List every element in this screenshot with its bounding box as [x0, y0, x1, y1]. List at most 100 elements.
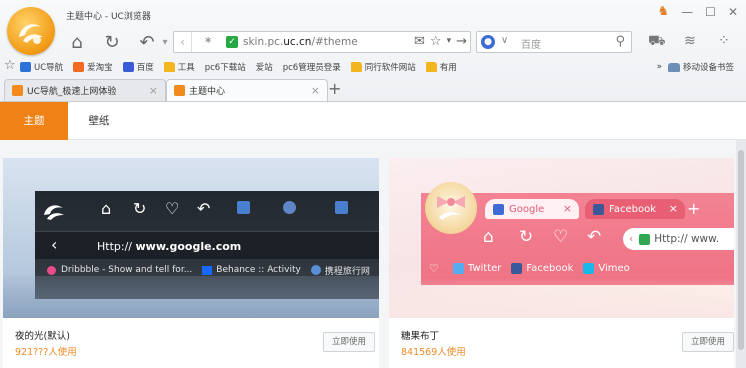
- mobile-bookmarks[interactable]: 移动设备书签: [683, 61, 734, 73]
- bookmark-bar-right: » 移动设备书签: [657, 61, 734, 73]
- preview-refresh-icon: ↻: [133, 199, 147, 218]
- preview-back-icon: ‹: [51, 235, 58, 254]
- preview-address: ‹ Http:// www.google.com: [35, 231, 379, 259]
- mascot-icon[interactable]: ♞: [658, 5, 670, 19]
- window-title: 主题中心 - UC浏览器: [66, 12, 151, 22]
- preview-address: ‹ Http:// www.: [623, 228, 734, 250]
- nav-wallpapers[interactable]: 壁纸: [68, 102, 130, 140]
- preview-back-icon: ‹: [629, 233, 634, 245]
- preview-heart-icon: ♡: [165, 199, 180, 218]
- search-box[interactable]: ● ∨ 百度 ⚲: [476, 31, 632, 53]
- google-icon: [493, 203, 504, 215]
- search-input[interactable]: 百度: [521, 36, 541, 51]
- preview-round-icon: [283, 201, 296, 214]
- mail-icon[interactable]: ✉: [414, 34, 425, 49]
- bookmark-label: 工具: [177, 63, 195, 73]
- tb-icon: [73, 62, 85, 72]
- dropdown-chevron-icon[interactable]: ▾: [447, 34, 452, 49]
- tab-favicon-icon: [174, 85, 185, 96]
- bookmark-label: 同行软件网站: [364, 63, 416, 73]
- dribbble-icon: [47, 265, 56, 275]
- preview-undo-icon: ↶: [197, 199, 211, 218]
- preview-square-icon: [335, 201, 348, 214]
- bd-icon: [122, 62, 134, 72]
- window-controls: ♞ — ☐ ✕: [658, 5, 738, 20]
- nav-themes[interactable]: 主题: [0, 102, 68, 140]
- facebook-icon: [511, 262, 523, 274]
- preview-tab-close-icon: ×: [668, 202, 678, 215]
- back-icon[interactable]: ‹: [174, 32, 192, 52]
- refresh-icon[interactable]: ↻: [101, 31, 123, 53]
- bookmark-item[interactable]: 有用: [425, 61, 457, 73]
- speed-icon: ∗: [204, 35, 213, 46]
- tab-close-icon[interactable]: ×: [149, 84, 158, 97]
- bookmark-item[interactable]: 工具: [163, 61, 195, 73]
- cloud-icon: [667, 62, 680, 72]
- secure-lock-icon: ✓: [226, 36, 238, 48]
- preview-new-tab-icon: +: [687, 199, 701, 218]
- folder-icon: [163, 62, 175, 72]
- preview-undo-icon: ↶: [587, 227, 602, 247]
- tab-favicon-icon: [12, 85, 23, 96]
- theme-name: 夜的光(默认): [15, 331, 70, 342]
- theme-nav: 主题 壁纸: [0, 102, 746, 140]
- bookmark-label: pc6管理员登录: [282, 63, 341, 73]
- bookmark-item[interactable]: 同行软件网站: [350, 61, 416, 73]
- preview-tab-google: Google ×: [485, 199, 579, 219]
- new-tab-icon[interactable]: +: [328, 80, 341, 98]
- uc-logo-icon[interactable]: [7, 7, 55, 55]
- wifi-icon[interactable]: ≋: [684, 33, 696, 49]
- folder-icon: [425, 62, 437, 72]
- theme-card-candy[interactable]: Google × Facebook × + ⌂ ↻ ♡ ↶ ‹ Http:// …: [389, 158, 734, 368]
- bookmark-item[interactable]: 百度: [122, 61, 154, 73]
- heart-icon: ♡: [429, 261, 439, 275]
- bookmark-item[interactable]: pc6下载站: [0, 61, 246, 170]
- tab-label: UC导航_极速上网体验: [27, 87, 117, 97]
- theme-usage-count: 841569人使用: [401, 347, 466, 358]
- forward-icon[interactable]: →: [456, 34, 467, 49]
- secure-lock-icon: [639, 233, 651, 245]
- maximize-icon[interactable]: ☐: [705, 5, 716, 19]
- page-scrollbar[interactable]: [736, 140, 746, 368]
- facebook-icon: [593, 203, 604, 215]
- minimize-icon[interactable]: —: [681, 5, 693, 19]
- bookmark-item[interactable]: pc6管理员登录: [0, 61, 341, 170]
- cart-icon[interactable]: ⛟: [648, 33, 666, 51]
- browser-chrome: 主题中心 - UC浏览器 ♞ — ☐ ✕ ⌂ ↻ ↶ ▾ ‹ ∗ ✓ skin.…: [0, 0, 746, 170]
- tab-close-icon[interactable]: ×: [311, 84, 320, 97]
- home-icon[interactable]: ⌂: [66, 31, 88, 53]
- star-icon[interactable]: ☆: [430, 34, 442, 49]
- address-bar[interactable]: ‹ ∗ ✓ skin.pc.uc.cn/#theme ✉ ☆ ▾ →: [173, 31, 471, 53]
- preview-bookmarks: ♡ Twitter Facebook Vimeo: [429, 261, 630, 275]
- scrollbar-thumb[interactable]: [738, 150, 744, 350]
- bookmark-more-icon[interactable]: »: [657, 62, 662, 72]
- theme-preview-night[interactable]: ⌂ ↻ ♡ ↶ ‹ Http:// www.google.com Dribbbl…: [3, 158, 379, 318]
- twitter-icon: [452, 262, 464, 274]
- search-engine-icon[interactable]: ●: [481, 35, 495, 49]
- tab-uc-nav[interactable]: UC导航_极速上网体验 ×: [4, 79, 166, 101]
- bookmark-label: 有用: [439, 63, 457, 73]
- use-theme-button[interactable]: 立即使用: [682, 332, 734, 352]
- close-icon[interactable]: ✕: [728, 5, 738, 19]
- search-icon[interactable]: ⚲: [615, 34, 625, 49]
- bookmark-item[interactable]: 爱站: [0, 61, 273, 170]
- theme-card-night[interactable]: ⌂ ↻ ♡ ↶ ‹ Http:// www.google.com Dribbbl…: [3, 158, 379, 368]
- preview-tab-facebook: Facebook ×: [585, 199, 685, 219]
- bookmark-item[interactable]: 爱淘宝: [73, 61, 113, 73]
- theme-name: 糖果布丁: [401, 331, 440, 342]
- preview-heart-icon: ♡: [553, 227, 569, 247]
- bookmark-bar: UC导航 爱淘宝 百度 工具 pc6下载站 爱站 pc6管理员登录 同行软件网站 有用: [0, 58, 746, 170]
- apps-icon[interactable]: ⁘: [718, 33, 730, 49]
- use-theme-button[interactable]: 立即使用: [323, 332, 375, 352]
- engine-chevron-icon[interactable]: ∨: [501, 35, 508, 46]
- address-url[interactable]: skin.pc.uc.cn/#theme: [243, 36, 358, 48]
- bookmark-item[interactable]: UC导航: [20, 61, 63, 73]
- theme-usage-count: 921???人使用: [15, 347, 77, 358]
- address-actions: ✉ ☆ ▾ →: [414, 34, 467, 49]
- ctrip-icon: [310, 265, 321, 275]
- tab-theme-center[interactable]: 主题中心 ×: [166, 79, 328, 101]
- theme-preview-candy[interactable]: Google × Facebook × + ⌂ ↻ ♡ ↶ ‹ Http:// …: [389, 158, 734, 318]
- preview-refresh-icon: ↻: [519, 227, 534, 247]
- bookmark-label: UC导航: [34, 63, 64, 73]
- preview-tab-close-icon: ×: [562, 202, 572, 215]
